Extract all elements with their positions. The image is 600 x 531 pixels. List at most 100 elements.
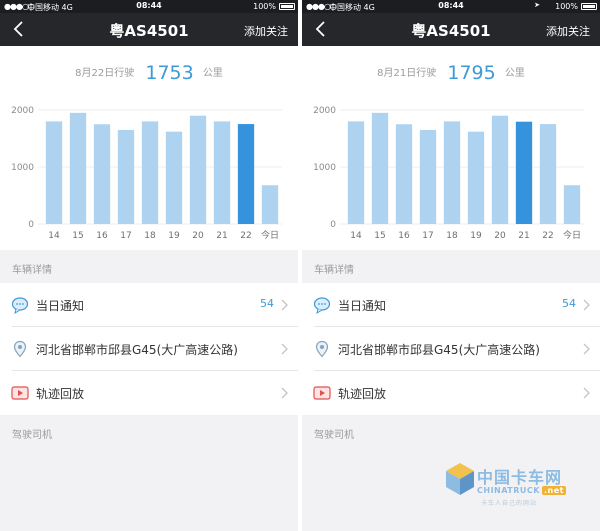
x-tick-label: 22 bbox=[542, 231, 553, 241]
nav-bar: 粤AS4501 添加关注 bbox=[302, 13, 600, 46]
chevron-right-icon bbox=[583, 343, 590, 355]
bar[interactable] bbox=[261, 185, 279, 224]
bar[interactable] bbox=[491, 115, 509, 224]
location-pin-icon bbox=[13, 340, 27, 358]
bar[interactable] bbox=[419, 129, 437, 224]
mileage-date-label: 8月22日行驶 bbox=[75, 68, 135, 79]
location-row[interactable]: 河北省邯郸市邱县G45(大广高速公路) bbox=[302, 327, 600, 371]
x-tick-label: 16 bbox=[96, 231, 108, 241]
section-title: 驾驶司机 bbox=[12, 430, 52, 441]
x-tick-label: 21 bbox=[518, 231, 529, 241]
bar[interactable] bbox=[563, 185, 581, 224]
bar[interactable] bbox=[189, 115, 207, 224]
daily-mileage-chart: 0 1000 2000 14 15 16 17 18 19 20 21 22 今日 bbox=[313, 106, 584, 241]
driver-section: 驾驶司机 bbox=[302, 415, 600, 448]
y-tick-label: 2000 bbox=[313, 106, 336, 116]
add-follow-button[interactable]: 添加关注 bbox=[244, 23, 288, 39]
x-tick-label: 15 bbox=[374, 231, 385, 241]
mileage-value: 1753 bbox=[145, 62, 194, 84]
watermark-slogan: 卡车人自己的网站 bbox=[481, 500, 538, 507]
bar[interactable] bbox=[213, 121, 231, 224]
notice-count-badge: 54 bbox=[562, 297, 576, 310]
row-label: 河北省邯郸市邱县G45(大广高速公路) bbox=[338, 343, 540, 357]
location-arrow-icon: ➤ bbox=[534, 1, 540, 9]
vehicle-detail-section: 车辆详情 bbox=[302, 250, 600, 283]
battery-level: 100% bbox=[253, 2, 276, 11]
watermark-latin: CHINATRUCK bbox=[477, 486, 540, 495]
bar-highlighted[interactable] bbox=[237, 124, 255, 224]
x-tick-label: 22 bbox=[240, 231, 251, 241]
status-bar: ●●●○○ 中国移动 4G 08:44 ➤ 100% bbox=[302, 0, 600, 13]
chevron-right-icon bbox=[281, 387, 288, 399]
x-tick-label: 18 bbox=[144, 231, 156, 241]
watermark-logo: 中国卡车网 CHINATRUCK .net 卡车人自己的网站 bbox=[445, 460, 595, 516]
cube-logo-icon bbox=[446, 463, 474, 495]
battery-icon bbox=[279, 3, 295, 10]
daily-notice-row[interactable]: 当日通知 54 bbox=[302, 283, 600, 327]
vehicle-detail-section: 车辆详情 bbox=[0, 250, 298, 283]
bar[interactable] bbox=[117, 129, 135, 224]
x-tick-label: 14 bbox=[48, 231, 60, 241]
chevron-right-icon bbox=[281, 343, 288, 355]
mileage-card: 8月22日行驶 1753 公里 0 1000 2000 14 15 16 17 18 19 20 2… bbox=[0, 46, 298, 250]
chat-bubble-icon bbox=[313, 297, 331, 314]
status-bar: ●●●○○ 中国移动 4G 08:44 100% bbox=[0, 0, 298, 13]
x-tick-label: 19 bbox=[168, 231, 180, 241]
x-tick-label: 19 bbox=[470, 231, 482, 241]
track-playback-row[interactable]: 轨迹回放 bbox=[302, 371, 600, 415]
location-row[interactable]: 河北省邯郸市邱县G45(大广高速公路) bbox=[0, 327, 298, 371]
chat-bubble-icon bbox=[11, 297, 29, 314]
mileage-summary: 8月22日行驶 1753 公里 bbox=[0, 62, 298, 84]
chevron-right-icon bbox=[281, 299, 288, 311]
play-icon bbox=[11, 386, 29, 400]
section-title: 车辆详情 bbox=[314, 265, 354, 276]
bar[interactable] bbox=[347, 121, 365, 224]
bar[interactable] bbox=[539, 124, 557, 224]
y-tick-label: 2000 bbox=[11, 106, 34, 116]
row-label: 当日通知 bbox=[338, 299, 387, 313]
bar[interactable] bbox=[93, 124, 111, 224]
x-tick-label: 17 bbox=[120, 231, 131, 241]
row-label: 轨迹回放 bbox=[36, 387, 85, 401]
bar[interactable] bbox=[45, 121, 63, 224]
mileage-value: 1795 bbox=[447, 62, 496, 84]
x-tick-label: 15 bbox=[72, 231, 83, 241]
watermark-suffix: .net bbox=[542, 486, 566, 495]
phone-screen-left: ●●●○○ 中国移动 4G 08:44 100% 粤AS4501 添加关注 8月… bbox=[0, 0, 298, 531]
track-playback-row[interactable]: 轨迹回放 bbox=[0, 371, 298, 415]
x-tick-label: 今日 bbox=[563, 229, 581, 241]
x-tick-label: 今日 bbox=[261, 229, 279, 241]
y-tick-label: 1000 bbox=[313, 163, 336, 173]
add-follow-button[interactable]: 添加关注 bbox=[546, 23, 590, 39]
bar[interactable] bbox=[141, 121, 159, 224]
bar[interactable] bbox=[395, 124, 413, 224]
x-tick-label: 14 bbox=[350, 231, 362, 241]
nav-bar: 粤AS4501 添加关注 bbox=[0, 13, 298, 46]
battery-level: 100% bbox=[555, 2, 578, 11]
row-label: 河北省邯郸市邱县G45(大广高速公路) bbox=[36, 343, 238, 357]
phone-screen-right: ●●●○○ 中国移动 4G 08:44 ➤ 100% 粤AS4501 添加关注 … bbox=[302, 0, 600, 531]
y-tick-label: 1000 bbox=[11, 163, 34, 173]
bar[interactable] bbox=[467, 131, 485, 224]
bar[interactable] bbox=[69, 112, 87, 224]
bar[interactable] bbox=[371, 112, 389, 224]
watermark-name: 中国卡车网 bbox=[477, 468, 563, 487]
location-pin-icon bbox=[315, 340, 329, 358]
bar[interactable] bbox=[443, 121, 461, 224]
y-tick-label: 0 bbox=[28, 220, 34, 230]
row-label: 当日通知 bbox=[36, 299, 85, 313]
bar-highlighted[interactable] bbox=[515, 121, 533, 224]
x-tick-label: 16 bbox=[398, 231, 410, 241]
mileage-unit: 公里 bbox=[504, 68, 525, 79]
driver-section: 驾驶司机 bbox=[0, 415, 298, 448]
bar[interactable] bbox=[165, 131, 183, 224]
section-title: 车辆详情 bbox=[12, 265, 52, 276]
daily-notice-row[interactable]: 当日通知 54 bbox=[0, 283, 298, 327]
mileage-unit: 公里 bbox=[202, 68, 223, 79]
x-tick-label: 21 bbox=[216, 231, 227, 241]
daily-mileage-chart: 0 1000 2000 14 15 16 17 18 19 20 21 22 今日 bbox=[11, 106, 282, 241]
chevron-right-icon bbox=[583, 299, 590, 311]
x-tick-label: 17 bbox=[422, 231, 433, 241]
mileage-date-label: 8月21日行驶 bbox=[377, 68, 437, 79]
battery-icon bbox=[581, 3, 597, 10]
